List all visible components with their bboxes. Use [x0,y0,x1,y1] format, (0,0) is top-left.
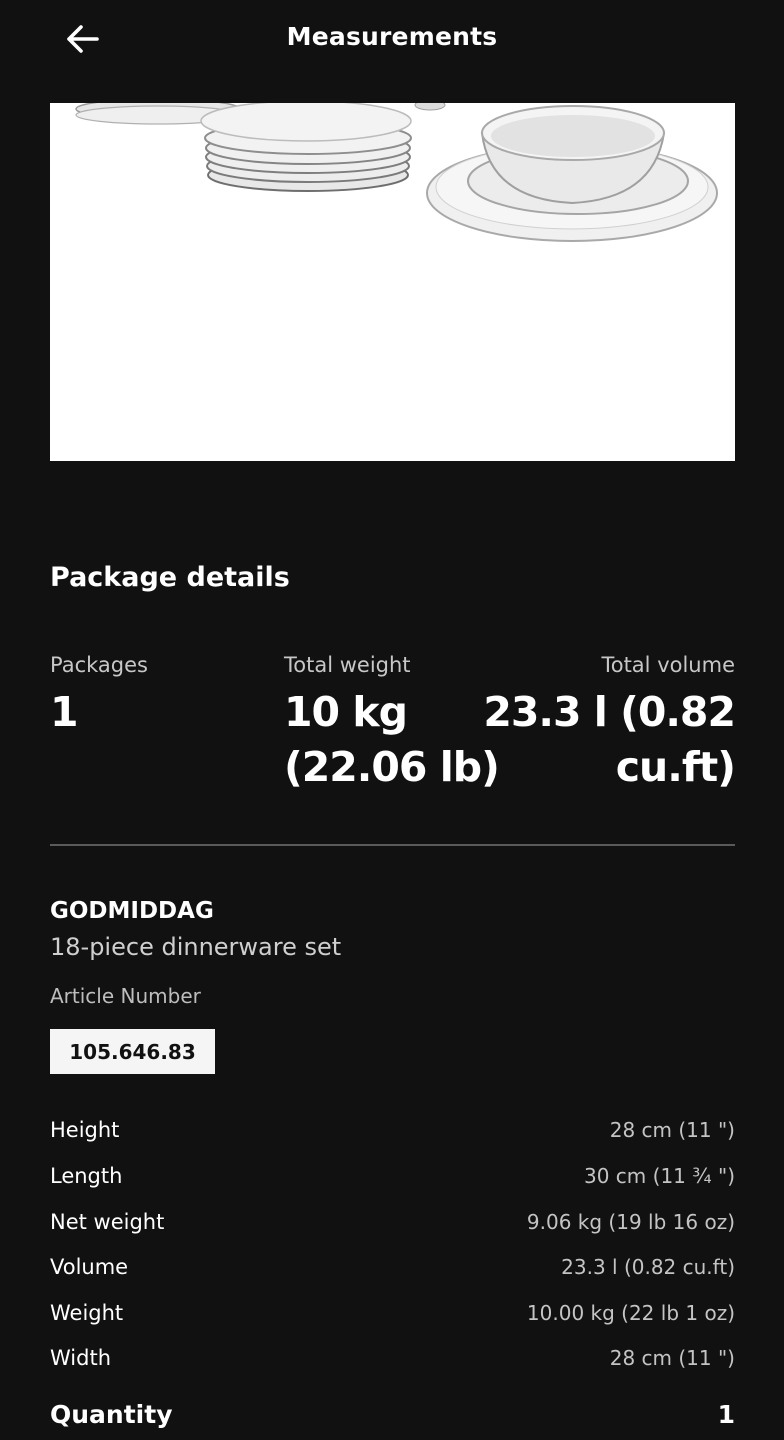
total-weight-line1: 10 kg [284,688,408,736]
product-name: GODMIDDAG [50,898,214,924]
measurement-label: Volume [50,1255,129,1279]
measurement-row-height: Height 28 cm (11 ") [50,1115,735,1145]
section-divider [50,844,735,846]
total-weight-line2: (22.06 lb) [284,743,500,791]
total-volume-value: 23.3 l (0.82 cu.ft) [483,685,736,795]
total-weight-value: 10 kg (22.06 lb) [284,685,500,795]
quantity-value: 1 [717,1400,735,1429]
total-volume-label: Total volume [601,653,735,677]
measurement-label: Net weight [50,1210,165,1234]
measurement-label: Height [50,1118,120,1142]
measurement-label: Width [50,1346,112,1370]
measurement-value: 28 cm (11 ") [609,1346,735,1370]
product-image [50,103,735,461]
packages-column: Packages 1 [50,651,148,740]
article-number-label: Article Number [50,984,201,1008]
measurement-row-length: Length 30 cm (11 ¾ ") [50,1161,735,1191]
total-volume-line1: 23.3 l (0.82 [483,688,736,736]
article-number-badge: 105.646.83 [50,1029,215,1074]
measurement-value: 10.00 kg (22 lb 1 oz) [526,1301,735,1325]
measurement-label: Weight [50,1301,124,1325]
measurement-value: 28 cm (11 ") [609,1118,735,1142]
measurement-row-width: Width 28 cm (11 ") [50,1343,735,1373]
total-volume-line2: cu.ft) [615,743,736,791]
measurement-row-volume: Volume 23.3 l (0.82 cu.ft) [50,1252,735,1282]
packages-label: Packages [50,653,148,677]
measurement-label: Length [50,1164,123,1188]
total-weight-label: Total weight [284,653,411,677]
total-volume-column: Total volume 23.3 l (0.82 cu.ft) [483,651,736,795]
quantity-row: Quantity 1 [50,1400,735,1429]
dinnerware-image [75,103,718,242]
top-bar: Measurements [0,0,784,78]
measurement-value: 9.06 kg (19 lb 16 oz) [526,1210,735,1234]
page-title: Measurements [286,22,498,51]
measurement-row-net-weight: Net weight 9.06 kg (19 lb 16 oz) [50,1207,735,1237]
measurement-value: 23.3 l (0.82 cu.ft) [561,1255,735,1279]
product-description: 18-piece dinnerware set [50,933,342,961]
packages-value: 1 [50,688,79,736]
total-weight-column: Total weight 10 kg (22.06 lb) [284,651,500,795]
measurement-value: 30 cm (11 ¾ ") [584,1164,735,1188]
quantity-label: Quantity [50,1400,173,1429]
package-details-title: Package details [50,562,290,593]
measurement-row-weight: Weight 10.00 kg (22 lb 1 oz) [50,1298,735,1328]
